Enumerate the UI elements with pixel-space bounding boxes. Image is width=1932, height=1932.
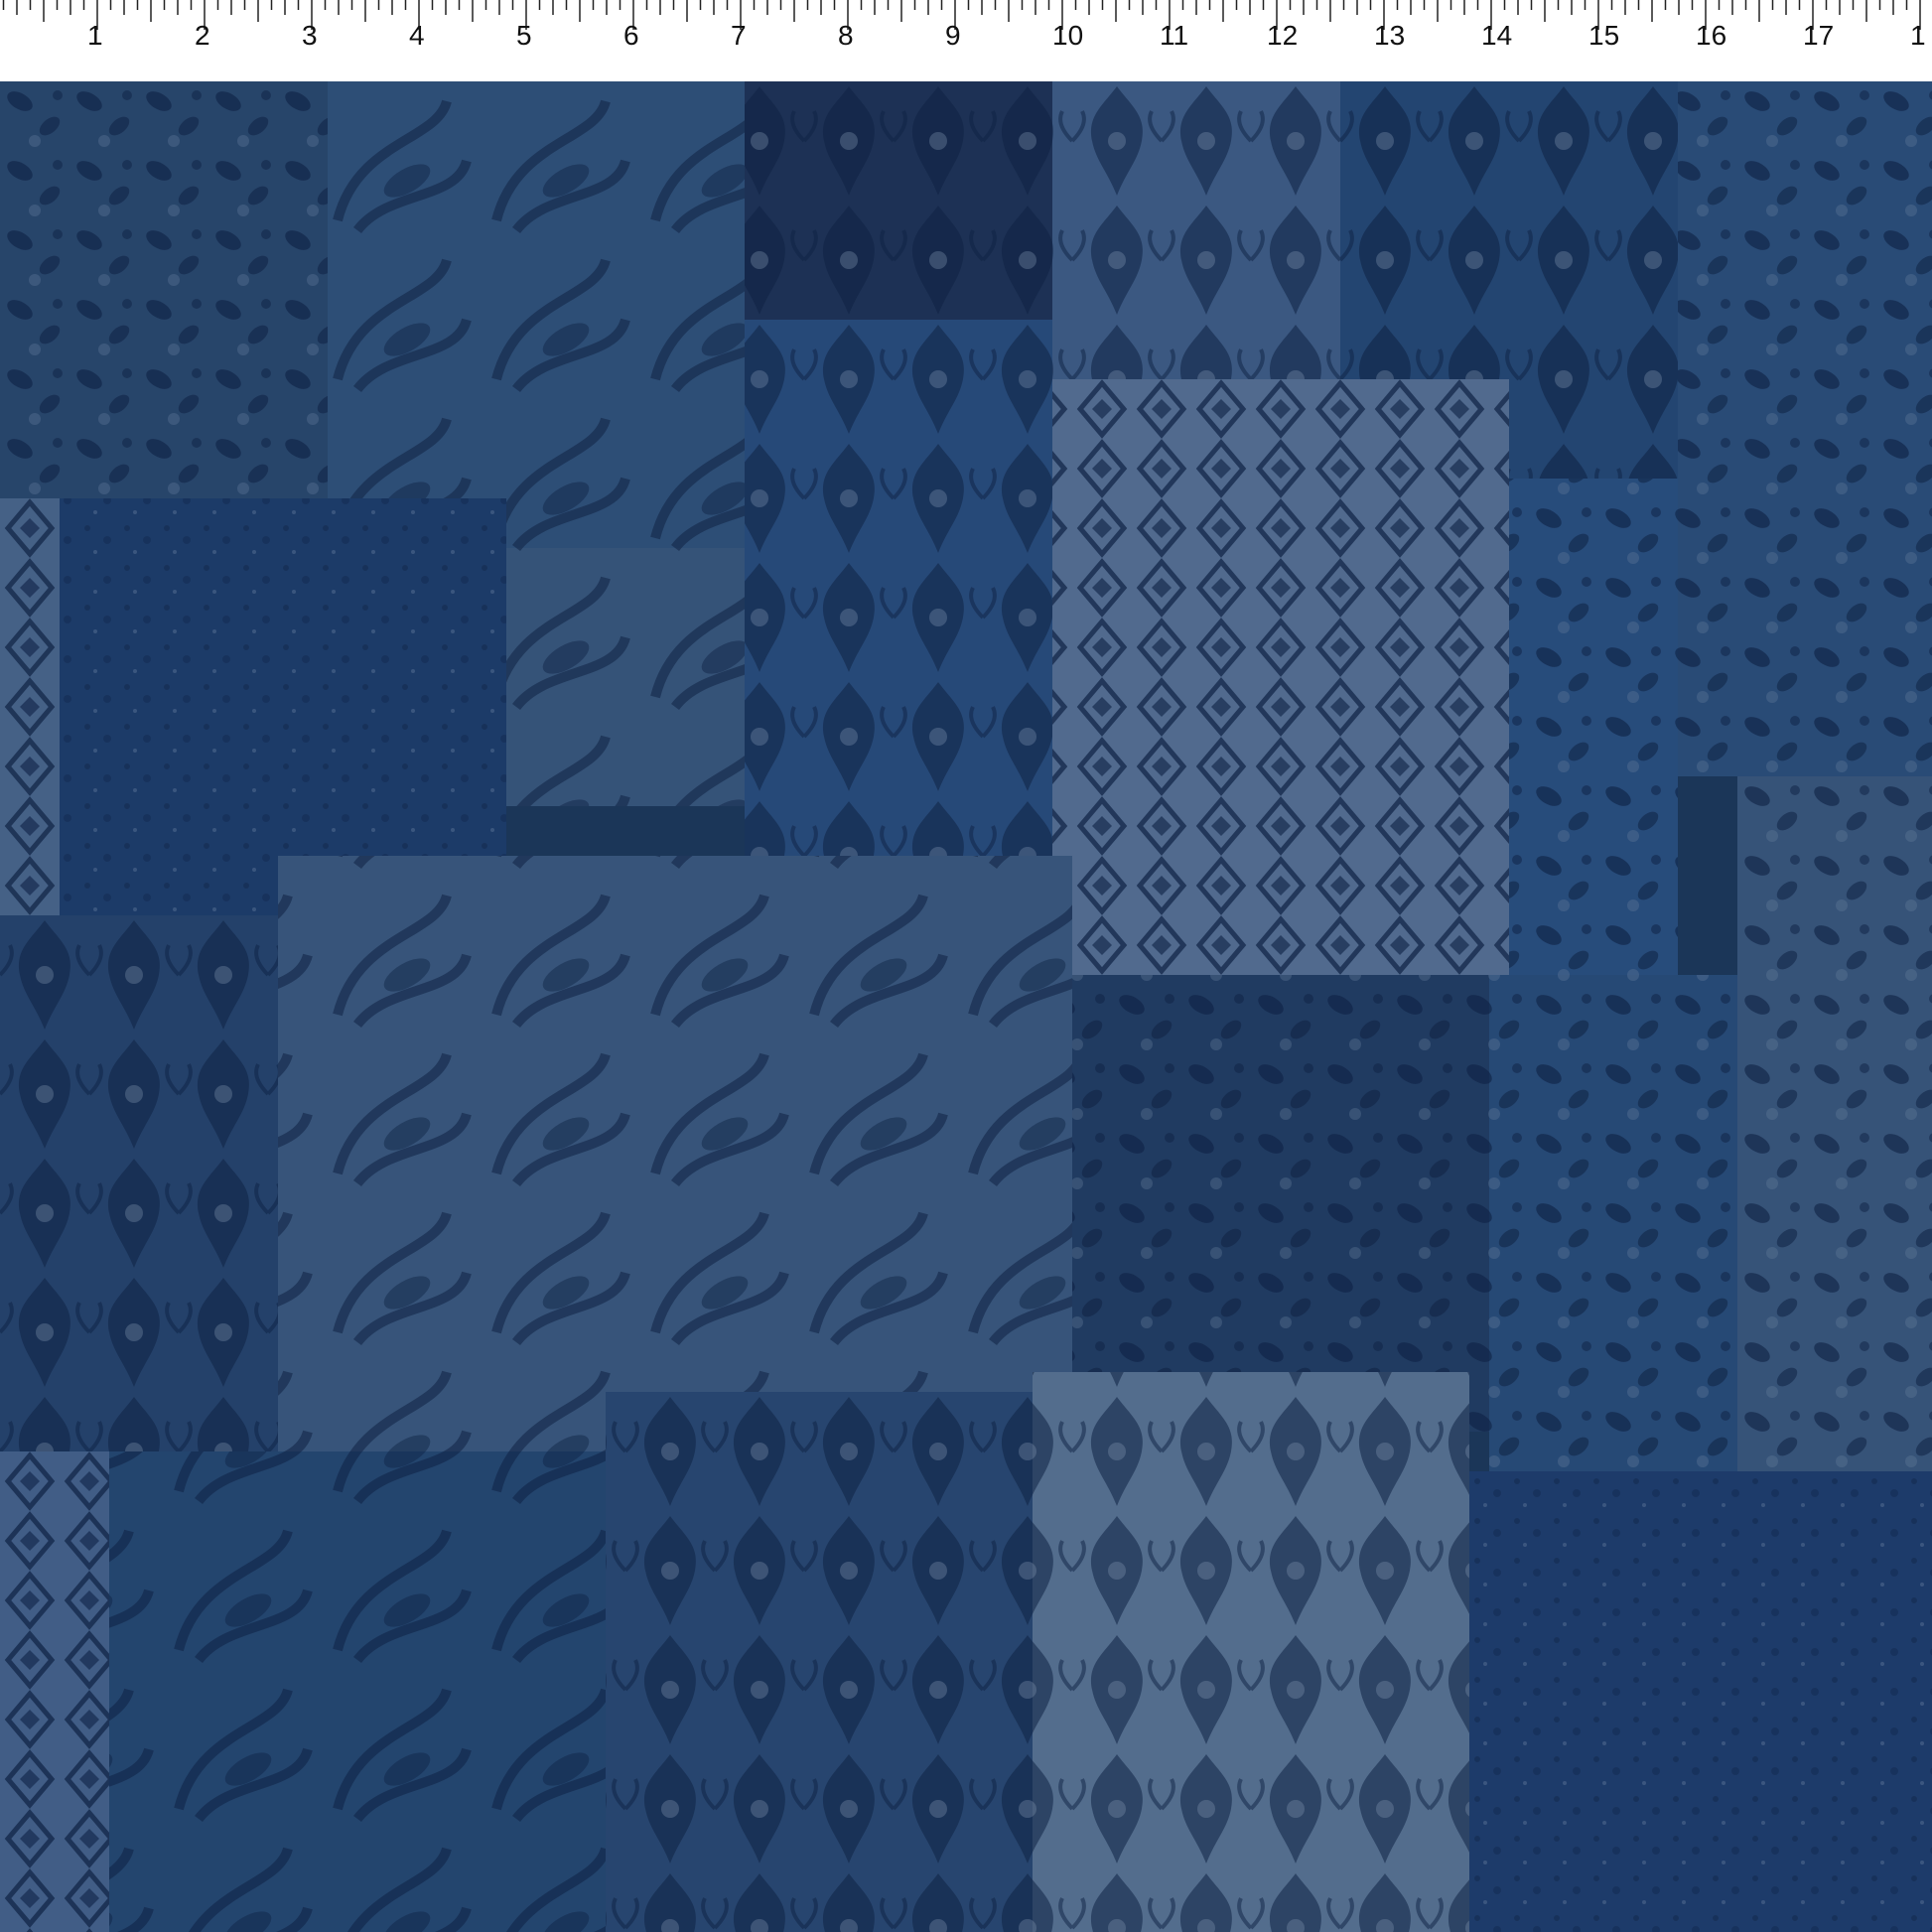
ruler-number: 6 (623, 20, 639, 51)
ruler-number: 2 (195, 20, 210, 51)
ruler-number: 8 (838, 20, 854, 51)
ruler-number: 7 (731, 20, 747, 51)
ruler-number: 1 (1910, 20, 1926, 51)
ruler-number: 17 (1803, 20, 1835, 51)
damask-patchwork-pattern (0, 81, 1932, 1932)
ruler-number: 10 (1052, 20, 1084, 51)
measuring-ruler: 1 2 3 4 5 6 7 8 9 10 11 12 13 14 15 16 17 1 (0, 0, 1932, 83)
ruler-number: 16 (1696, 20, 1727, 51)
ruler-number: 13 (1374, 20, 1406, 51)
ruler-number: 15 (1588, 20, 1620, 51)
ruler-number: 4 (409, 20, 425, 51)
shade-overlay (0, 81, 1932, 1932)
ruler-number: 1 (87, 20, 103, 51)
ruler-number: 11 (1160, 20, 1189, 51)
fabric-swatch (0, 81, 1932, 1932)
ruler-number: 9 (945, 20, 961, 51)
ruler-number: 12 (1267, 20, 1299, 51)
ruler-ticks (2, 0, 1921, 30)
ruler-number: 3 (302, 20, 318, 51)
ruler-number: 5 (516, 20, 532, 51)
ruler-number: 14 (1481, 20, 1513, 51)
